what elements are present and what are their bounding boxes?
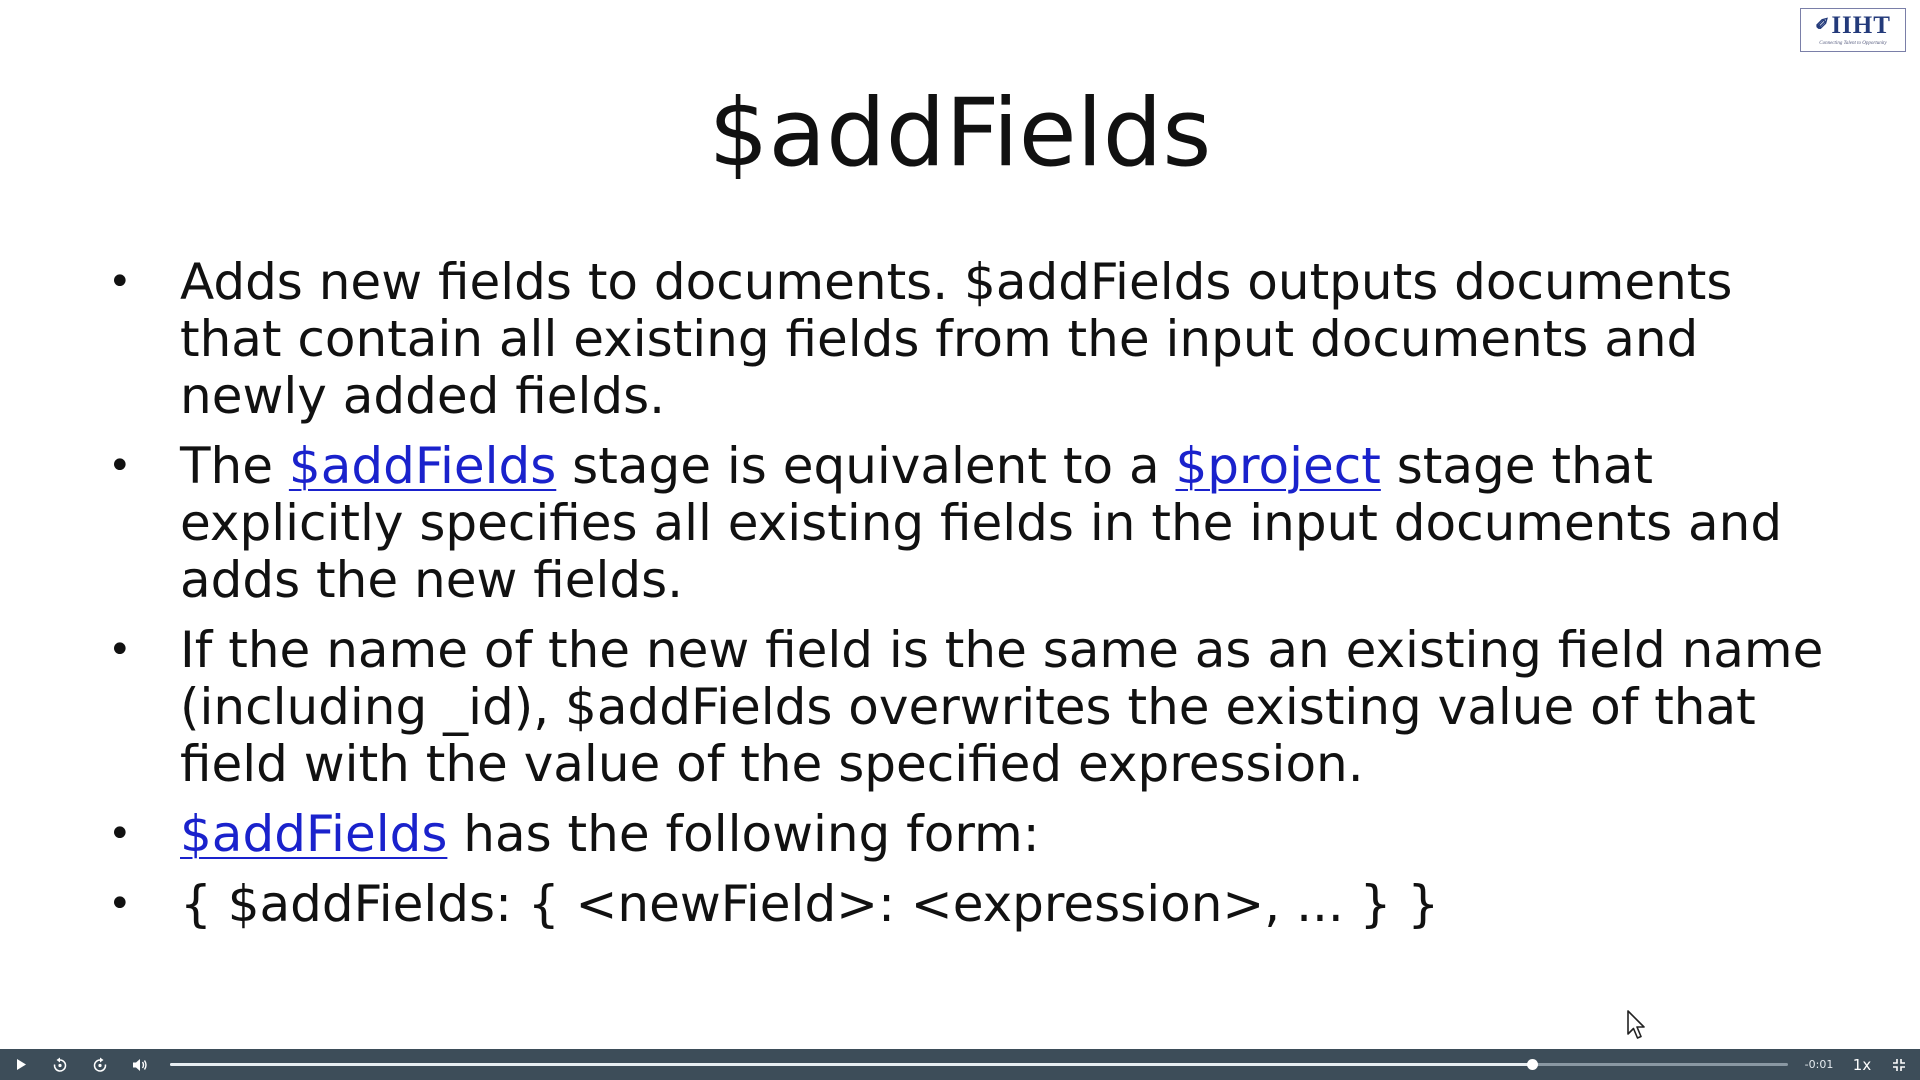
bullet-text: has the following form: [447, 805, 1040, 863]
exit-fullscreen-button[interactable] [1884, 1049, 1914, 1080]
bullet-dot-icon: • [108, 627, 132, 673]
slide-title: $addFields [708, 79, 1212, 188]
bullet-text: stage is equivalent to a [556, 437, 1176, 495]
play-icon [17, 1059, 26, 1070]
progress-track[interactable] [170, 1059, 1788, 1070]
forward-10-icon [93, 1057, 107, 1072]
mouse-cursor-icon [1627, 1010, 1645, 1039]
doc-link[interactable]: $addFields [180, 805, 447, 863]
logo-glyph-icon: ✐ [1815, 15, 1831, 34]
slide: ✐IIHT Connecting Talent to Opportunity $… [0, 0, 1920, 1049]
time-remaining: -0:01 [1800, 1049, 1838, 1080]
progress-fill [170, 1063, 1533, 1066]
bullet-item: • Adds new fields to documents. $addField… [100, 254, 1830, 425]
bullet-dot-icon: • [108, 881, 132, 927]
bullet-item: • { $addFields: { <newField>: <expression… [100, 876, 1830, 933]
play-button[interactable] [6, 1049, 36, 1080]
volume-button[interactable] [125, 1049, 155, 1080]
bullet-dot-icon: • [108, 259, 132, 305]
bullet-text: If the name of the new field is the same… [180, 621, 1824, 793]
bullet-text: Adds new fields to documents. $addFields… [180, 253, 1733, 425]
bullet-text: { $addFields: { <newField>: <expression>… [180, 875, 1440, 933]
bullet-dot-icon: • [108, 443, 132, 489]
playback-speed-label: 1x [1852, 1055, 1872, 1074]
logo-mark: ✐IIHT [1801, 11, 1905, 40]
bullet-list: • Adds new fields to documents. $addField… [100, 254, 1830, 946]
bullet-dot-icon: • [108, 811, 132, 857]
forward-10-button[interactable] [85, 1049, 115, 1080]
logo-text: IIHT [1831, 12, 1891, 39]
volume-icon [133, 1058, 147, 1071]
playback-speed-button[interactable]: 1x [1846, 1049, 1878, 1080]
exit-fullscreen-icon [1893, 1058, 1905, 1071]
rewind-10-button[interactable] [45, 1049, 75, 1080]
doc-link[interactable]: $project [1175, 437, 1380, 495]
bullet-item: • The $addFields stage is equivalent to a… [100, 438, 1830, 609]
video-player-controls: -0:01 1x [0, 1049, 1920, 1080]
bullet-text: The [180, 437, 289, 495]
progress-scrubber[interactable] [1527, 1059, 1539, 1070]
rewind-10-icon [53, 1057, 67, 1072]
iiht-logo: ✐IIHT Connecting Talent to Opportunity [1800, 8, 1906, 52]
logo-tagline: Connecting Talent to Opportunity [1819, 41, 1887, 46]
bullet-item: • $addFields has the following form: [100, 806, 1830, 863]
doc-link[interactable]: $addFields [289, 437, 556, 495]
time-remaining-label: -0:01 [1804, 1058, 1834, 1071]
bullet-item: • If the name of the new field is the sam… [100, 622, 1830, 793]
